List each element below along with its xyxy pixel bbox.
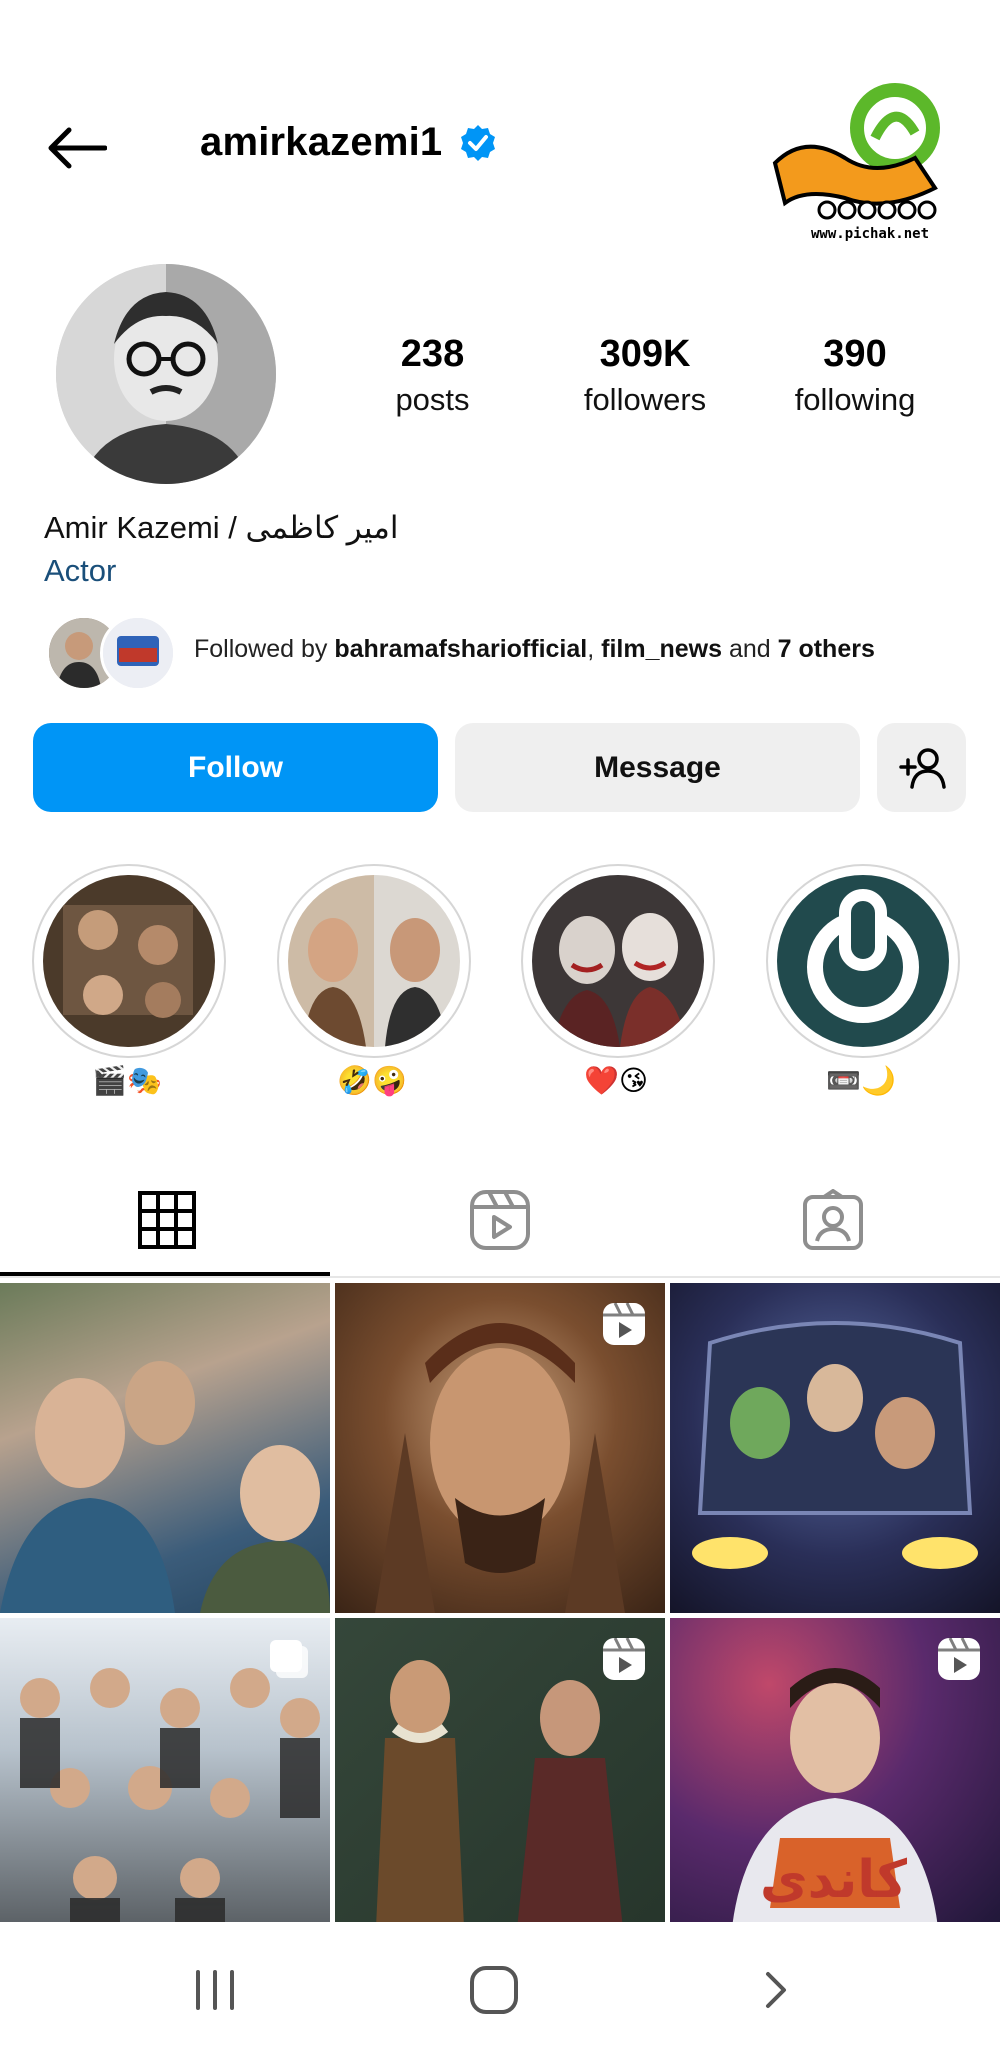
followed-by-text[interactable]: Followed by bahramafshariofficial, film_…	[194, 635, 875, 664]
post-thumbnail[interactable]	[335, 1283, 665, 1613]
tab-divider	[0, 1276, 1000, 1278]
highlight-cover	[288, 875, 460, 1047]
story-highlight[interactable]	[277, 864, 471, 1058]
back-button[interactable]	[38, 110, 114, 186]
story-highlight[interactable]	[32, 864, 226, 1058]
carousel-badge-icon	[270, 1640, 308, 1678]
reel-badge-icon	[938, 1637, 980, 1680]
home-icon	[470, 1966, 518, 2014]
tab-reels[interactable]	[333, 1165, 666, 1275]
suggested-users-button[interactable]	[877, 723, 966, 812]
highlight-cover	[777, 875, 949, 1047]
post-thumbnail[interactable]: کاندی	[670, 1618, 1000, 1948]
tab-posts-grid[interactable]	[0, 1165, 333, 1275]
reels-icon	[469, 1190, 530, 1250]
highlight-label: 🎬🎭	[92, 1065, 162, 1096]
followed-by-prefix: Followed by	[194, 635, 335, 663]
add-user-icon	[898, 747, 946, 789]
arrow-left-icon	[48, 127, 107, 169]
post-overlay-text: کاندی	[760, 1850, 907, 1910]
profile-category: Actor	[44, 553, 117, 588]
pichak-logo: www.pichak.net	[765, 78, 965, 248]
followed-by-name-2[interactable]: film_news	[601, 635, 722, 663]
posts-count: 238	[400, 333, 465, 375]
home-button[interactable]	[467, 1963, 521, 2017]
posts-label: posts	[395, 382, 470, 417]
followed-by-others[interactable]: 7 others	[778, 635, 875, 663]
highlight-cover	[43, 875, 215, 1047]
highlight-label: ❤️😘	[583, 1065, 649, 1096]
highlight-label: 🤣🤪	[337, 1065, 407, 1096]
followed-by-separator: ,	[587, 635, 602, 663]
story-highlight[interactable]	[521, 864, 715, 1058]
post-thumbnail[interactable]	[0, 1618, 330, 1948]
stat-posts[interactable]: 238 posts	[370, 333, 495, 418]
tab-tagged[interactable]	[666, 1165, 999, 1275]
verified-badge-icon	[461, 124, 496, 161]
followed-by-name-1[interactable]: bahramafshariofficial	[334, 635, 587, 663]
recent-apps-button[interactable]	[190, 1960, 240, 2020]
message-button[interactable]: Message	[455, 723, 860, 812]
reel-badge-icon	[603, 1302, 645, 1345]
reel-badge-icon	[603, 1637, 645, 1680]
story-highlight[interactable]	[766, 864, 960, 1058]
profile-avatar[interactable]	[56, 264, 276, 484]
system-back-button[interactable]	[756, 1960, 796, 2020]
profile-username: amirkazemi1	[200, 120, 498, 165]
highlight-cover	[532, 875, 704, 1047]
mutual-follower-avatar[interactable]	[100, 615, 176, 691]
stat-followers[interactable]: 309K followers	[560, 333, 730, 418]
chevron-right-icon	[766, 1972, 786, 2008]
followers-count: 309K	[599, 333, 691, 375]
post-thumbnail[interactable]	[335, 1618, 665, 1948]
following-label: following	[794, 382, 916, 417]
stat-following[interactable]: 390 following	[780, 333, 930, 418]
logo-url: www.pichak.net	[811, 226, 930, 242]
post-thumbnail[interactable]	[0, 1283, 330, 1613]
grid-icon	[137, 1191, 196, 1249]
highlight-label: 📼🌙	[826, 1065, 896, 1096]
tagged-icon	[802, 1189, 863, 1250]
username-text: amirkazemi1	[200, 120, 443, 164]
follow-button[interactable]: Follow	[33, 723, 438, 812]
post-thumbnail[interactable]	[670, 1283, 1000, 1613]
following-count: 390	[823, 333, 887, 375]
followers-label: followers	[583, 382, 707, 417]
profile-full-name: Amir Kazemi / امیر کاظمی	[44, 510, 399, 545]
recent-apps-icon	[196, 1970, 234, 2010]
followed-by-connector: and	[722, 635, 778, 663]
